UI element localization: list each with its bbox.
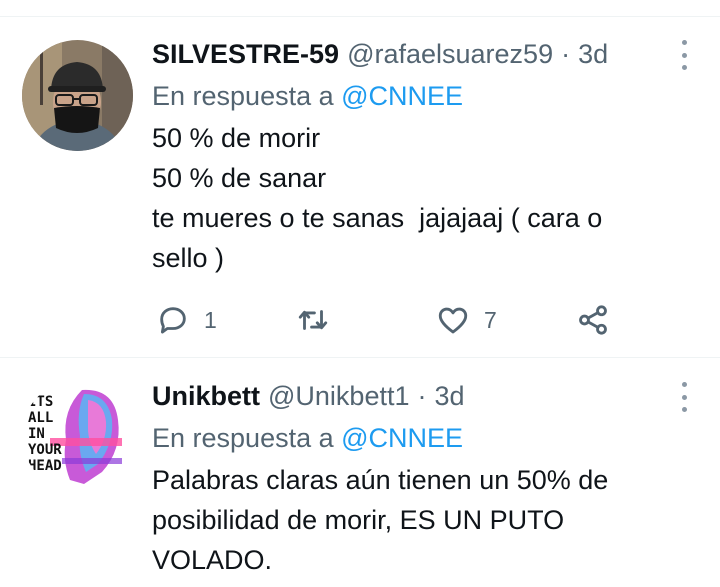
avatar-art-line: ITS [28, 394, 53, 410]
display-name[interactable]: SILVESTRE-59 [152, 39, 339, 70]
tweet-divider [0, 357, 720, 358]
retweet-button[interactable] [296, 298, 344, 342]
tweet-header: SILVESTRE-59 @rafaelsuarez59 · 3d [152, 34, 696, 74]
timestamp[interactable]: 3d [434, 381, 464, 412]
tweet-text: Palabras claras aún tienen un 50% de pos… [152, 465, 609, 575]
display-name[interactable]: Unikbett [152, 381, 260, 412]
retweet-arrows-icon [298, 310, 328, 330]
more-dots-icon[interactable] [672, 382, 696, 412]
avatar[interactable]: ITS ALL IN YOUR HEAD [22, 380, 133, 491]
top-divider [0, 16, 720, 17]
separator: · [417, 380, 427, 411]
tweet-text: 50 % de morir 50 % de sanar te mueres o … [152, 123, 603, 273]
reply-prefix: En respuesta a [152, 423, 334, 453]
like-button[interactable]: 7 [436, 298, 497, 342]
avatar-art-line: YOUR [28, 442, 62, 458]
tweet-actions: 1 7 [152, 298, 632, 342]
reply-context: En respuesta a @CNNEE [152, 416, 696, 460]
user-handle[interactable]: @rafaelsuarez59 [347, 39, 553, 70]
user-handle[interactable]: @Unikbett1 [268, 381, 409, 412]
reply-prefix: En respuesta a [152, 81, 334, 111]
avatar-art-line: HEAD [28, 458, 62, 474]
reply-mention-link[interactable]: @CNNEE [341, 81, 463, 111]
share-icon [579, 305, 607, 335]
avatar-art-line: IN [28, 426, 45, 442]
reply-context: En respuesta a @CNNEE [152, 74, 696, 118]
like-count: 7 [484, 306, 497, 333]
reply-mention-link[interactable]: @CNNEE [341, 423, 463, 453]
tweet-header: Unikbett @Unikbett1 · 3d [152, 376, 696, 416]
separator: · [561, 38, 571, 69]
timestamp[interactable]: 3d [578, 39, 608, 70]
heart-icon [438, 307, 468, 334]
reply-bubble-icon [160, 307, 186, 334]
avatar[interactable] [22, 40, 133, 151]
reply-count: 1 [204, 306, 217, 333]
avatar-art-line: ALL [28, 410, 53, 426]
share-button[interactable] [576, 298, 610, 342]
reply-button[interactable]: 1 [156, 298, 217, 342]
more-dots-icon[interactable] [672, 40, 696, 70]
